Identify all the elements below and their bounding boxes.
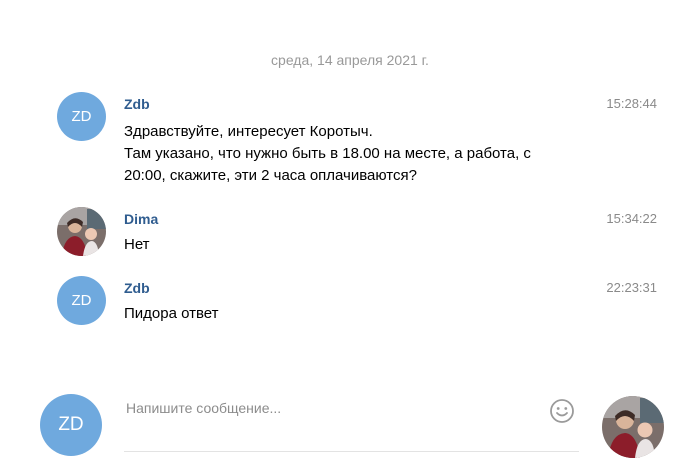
- message-text: Нет: [124, 234, 574, 256]
- message-text: Пидора ответ: [124, 303, 574, 325]
- message-time: 15:28:44: [606, 96, 657, 111]
- message-text-line: Здравствуйте, интересует Коротыч.: [124, 123, 373, 140]
- avatar-initials: ZD: [71, 108, 92, 125]
- composer-avatar[interactable]: ZD: [40, 394, 102, 456]
- message-text-line: Пидора ответ: [124, 305, 219, 322]
- avatar[interactable]: ZD: [57, 92, 106, 141]
- message-time: 22:23:31: [606, 280, 657, 295]
- message-text-line: 20:00, скажите, эти 2 часа оплачиваются?: [124, 167, 417, 184]
- avatar-initials: ZD: [58, 414, 84, 435]
- message-author[interactable]: Zdb: [124, 96, 150, 112]
- message-author[interactable]: Zdb: [124, 280, 150, 296]
- peer-avatar-photo[interactable]: [602, 396, 664, 458]
- avatar[interactable]: ZD: [57, 276, 106, 325]
- message-input[interactable]: [124, 394, 579, 452]
- date-separator: среда, 14 апреля 2021 г.: [271, 52, 429, 68]
- user-photo-icon: [57, 207, 106, 256]
- user-photo-icon: [602, 396, 664, 458]
- avatar-initials: ZD: [71, 292, 92, 309]
- message-text-line: Там указано, что нужно быть в 18.00 на м…: [124, 145, 531, 162]
- message-author[interactable]: Dima: [124, 211, 158, 227]
- message-time: 15:34:22: [606, 211, 657, 226]
- smile-icon[interactable]: [549, 398, 575, 424]
- message-text-line: Нет: [124, 236, 150, 253]
- avatar-photo[interactable]: [57, 207, 106, 256]
- message-text: Здравствуйте, интересует Коротыч. Там ук…: [124, 121, 574, 187]
